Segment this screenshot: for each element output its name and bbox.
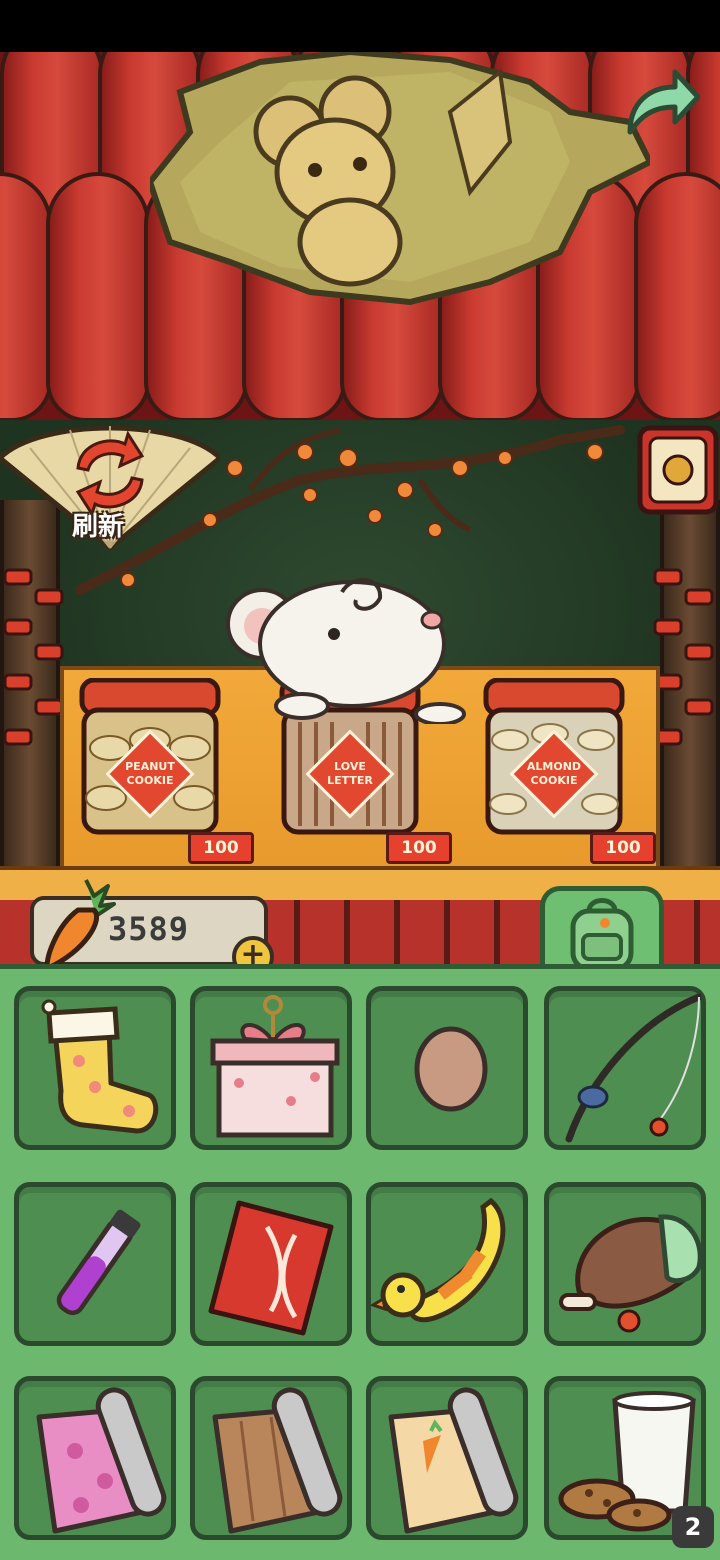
firecrackers-right-icon xyxy=(653,568,714,746)
jar-label-line1: ALMOND xyxy=(527,760,581,773)
peanut-cookie-jar[interactable]: PEANUT COOKIE xyxy=(76,678,224,838)
status-bar xyxy=(0,0,720,52)
inventory-slot[interactable] xyxy=(14,1182,176,1346)
page-count-badge[interactable]: 2 xyxy=(672,1506,714,1548)
inventory-slot[interactable] xyxy=(190,1182,352,1346)
inventory-slot[interactable] xyxy=(544,986,706,1150)
almond-cookie-jar[interactable]: ALMOND COOKIE xyxy=(480,678,628,838)
duck-swim-ring-icon xyxy=(371,1197,506,1323)
inventory-slot[interactable] xyxy=(366,1182,528,1346)
jar-label-line1: LOVE xyxy=(334,760,366,773)
price-tag: 100 xyxy=(590,832,656,864)
game-screen: 刷新 PEANUT COOKIE LOVE LETTER ALMOND COOK… xyxy=(0,0,720,1560)
mouse-shopkeeper-icon xyxy=(226,577,466,724)
stocking-icon xyxy=(41,999,159,1134)
red-envelope-icon xyxy=(208,1200,334,1336)
pink-wallpaper-roll-icon xyxy=(36,1387,167,1534)
jar-label-line2: COOKIE xyxy=(531,774,578,787)
inventory-slot[interactable] xyxy=(190,1376,352,1540)
inventory-slot[interactable] xyxy=(366,1376,528,1540)
carrot-icon xyxy=(44,879,116,971)
inventory-slot[interactable] xyxy=(366,986,528,1150)
jar-label-line1: PEANUT xyxy=(125,760,175,773)
drumstick-icon xyxy=(559,1214,701,1333)
gift-box-icon xyxy=(210,995,340,1138)
inventory-slot[interactable] xyxy=(14,1376,176,1540)
inventory-slot[interactable] xyxy=(190,986,352,1150)
back-arrow-icon[interactable] xyxy=(620,62,700,142)
refresh-label[interactable]: 刷新 xyxy=(72,506,162,543)
fishing-rod-icon xyxy=(565,993,701,1143)
jar-label-line2: LETTER xyxy=(327,774,373,787)
wood-wallpaper-roll-icon xyxy=(212,1387,343,1534)
potion-vial-icon xyxy=(56,1209,141,1316)
inventory-slot[interactable] xyxy=(544,1182,706,1346)
mouse-plaque-icon xyxy=(150,52,650,306)
carrot-count: 3589 xyxy=(108,910,190,948)
egg-icon xyxy=(414,1026,488,1112)
carrot-wallpaper-roll-icon xyxy=(388,1387,519,1534)
jar-label-line2: COOKIE xyxy=(127,774,174,787)
price-tag: 100 xyxy=(188,832,254,864)
inventory-slot[interactable] xyxy=(14,986,176,1150)
lucky-knot-icon xyxy=(637,425,719,515)
price-tag: 100 xyxy=(386,832,452,864)
